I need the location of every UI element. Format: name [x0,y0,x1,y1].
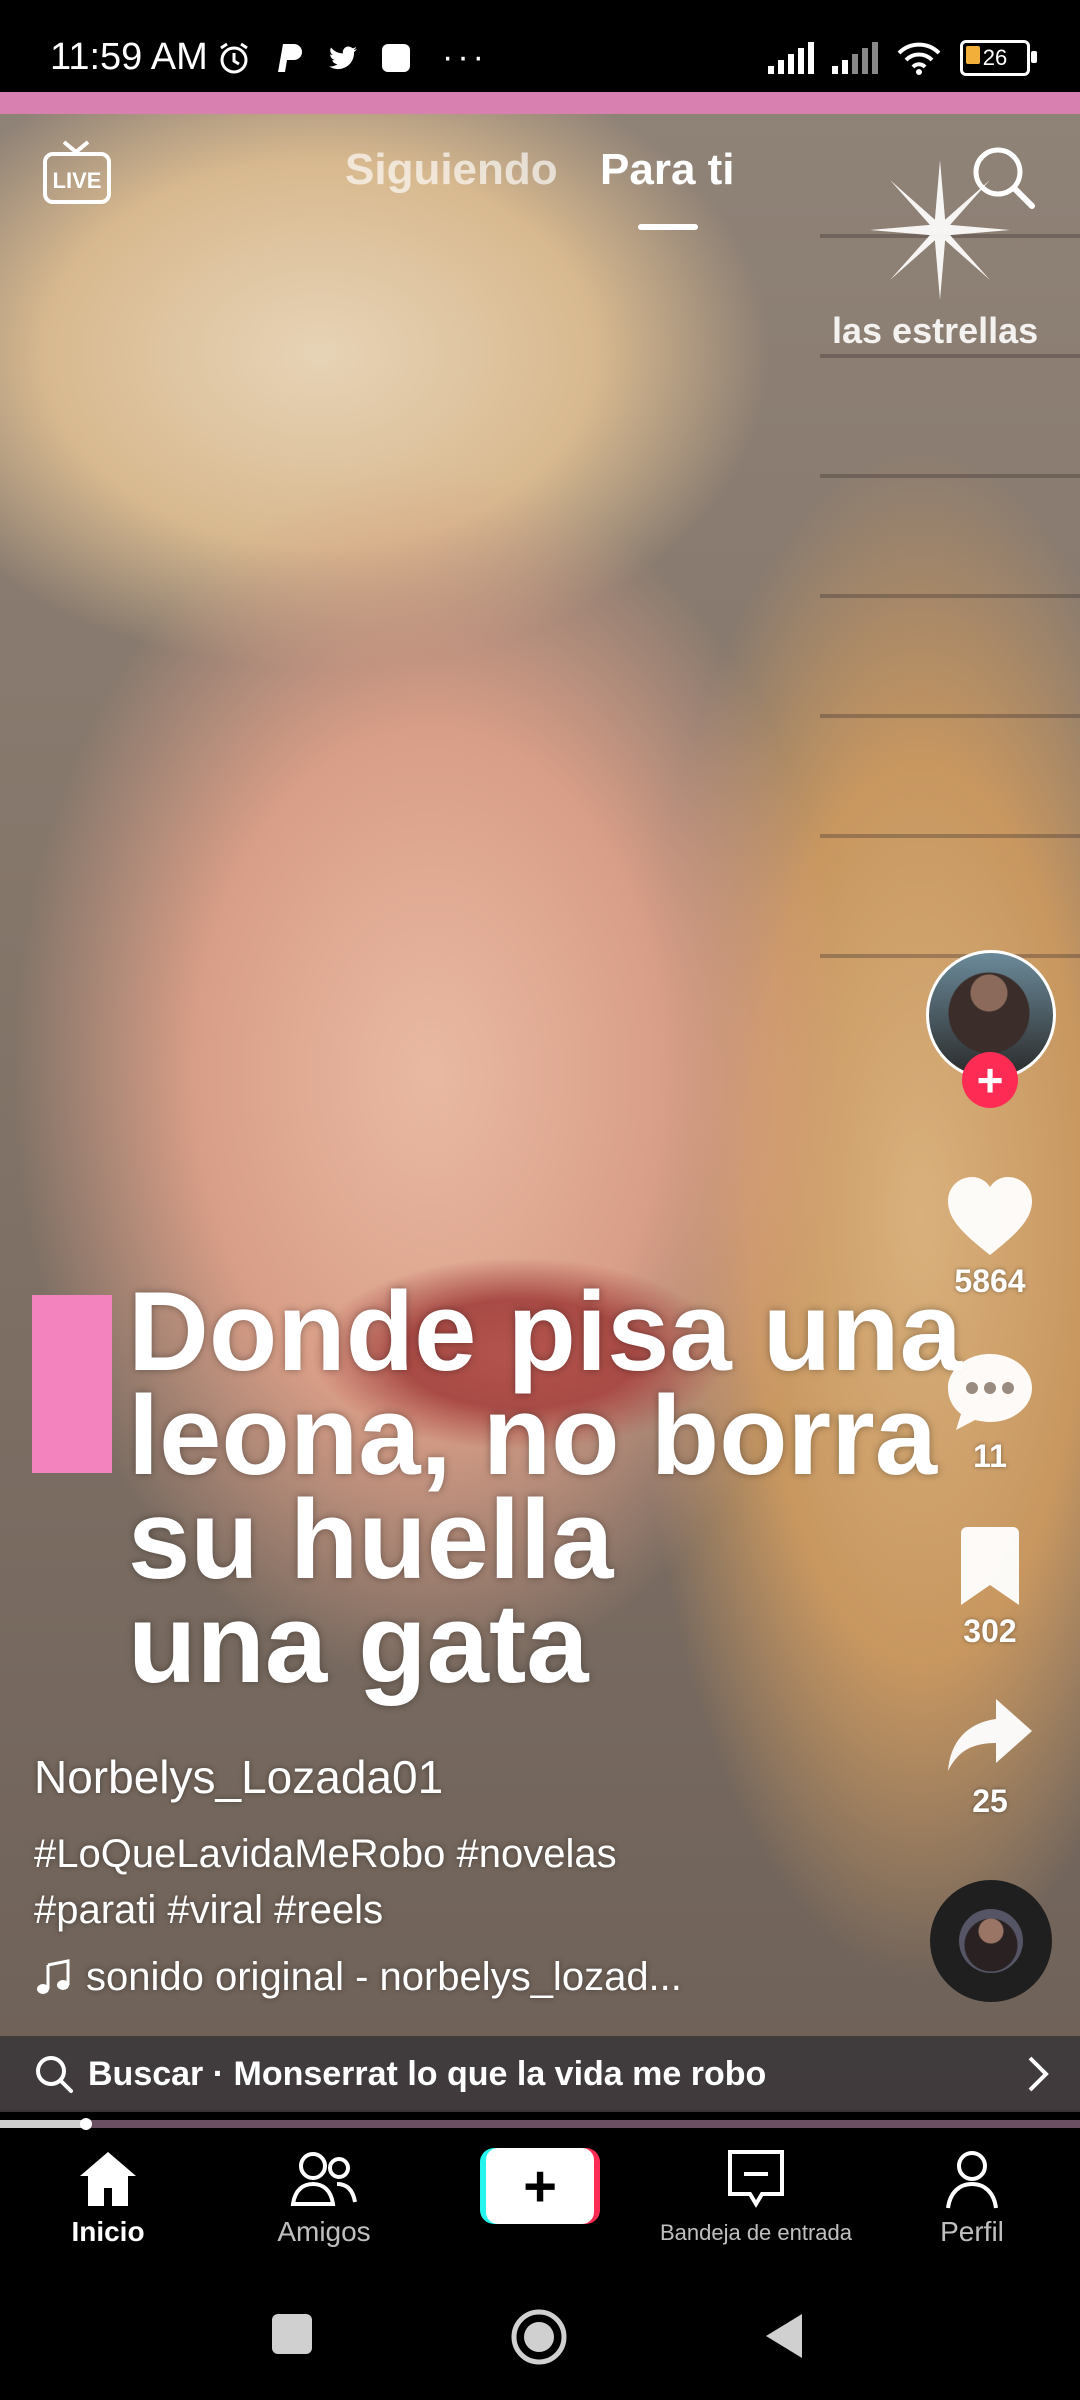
alarm-icon [216,40,252,76]
like-count: 5864 [954,1263,1026,1299]
hashtags-line: #parati #viral #reels [34,1888,384,1932]
status-time: 11:59 AM [50,36,208,78]
caption-line: Donde pisa una [128,1269,962,1394]
wifi-icon [897,42,941,75]
recents-square-icon[interactable] [270,2312,314,2356]
search-suggestion-bar[interactable]: Buscar · Monserrat lo que la vida me rob… [0,2036,1080,2112]
caption-line: su huella [128,1477,614,1602]
watermark-text: las estrellas [832,310,1039,351]
share-arrow-icon [948,1699,1032,1771]
inbox-icon [728,2150,784,2208]
share-count: 25 [972,1783,1008,1819]
active-tab-indicator [638,224,698,230]
paypal-icon [270,40,306,76]
share-button[interactable]: 25 [920,1695,1060,1820]
comment-button[interactable]: 11 [920,1350,1060,1475]
progress-handle[interactable] [80,2118,93,2130]
nav-profile[interactable]: Perfil [872,2148,1072,2248]
nav-profile-label: Perfil [940,2216,1004,2247]
bookmark-icon [961,1527,1019,1605]
top-pink-strip [0,92,1080,114]
hashtags-line: #LoQueLavidaMeRobo #novelas [34,1832,617,1876]
signal-icon [768,42,814,74]
chevron-right-icon [1028,2056,1049,2092]
tab-following[interactable]: Siguiendo [345,145,558,195]
create-button[interactable]: + [480,2148,600,2224]
nav-home[interactable]: Inicio [8,2148,208,2248]
music-disc[interactable] [930,1880,1052,2002]
sound-link[interactable]: sonido original - norbelys_lozad... [34,1955,682,2000]
video-player[interactable] [0,114,1080,2110]
battery-icon: 26 [960,40,1037,76]
system-indicators: 26 [768,40,1037,76]
progress-fill [0,2120,87,2128]
status-bar: 11:59 AM ··· 26 [0,0,1080,92]
nav-inbox[interactable]: Bandeja de entrada [656,2148,856,2246]
tab-for-you[interactable]: Para ti [600,145,735,195]
nav-home-label: Inicio [71,2216,145,2247]
signal-icon-2 [832,42,878,74]
search-suggestion-text: Buscar · Monserrat lo que la vida me rob… [88,2054,767,2093]
nav-friends[interactable]: Amigos [224,2148,424,2248]
friends-icon [290,2152,357,2206]
twitter-icon [324,40,360,76]
app-notification-icon [378,40,414,76]
home-circle-icon[interactable] [510,2308,568,2366]
video-progress-bar[interactable] [0,2118,1080,2130]
comment-icon [948,1354,1032,1430]
nav-friends-label: Amigos [277,2216,371,2247]
system-navigation [0,2272,1080,2400]
bottom-navigation: Inicio Amigos + Bandeja de entrada Perfi… [0,2134,1080,2272]
like-button[interactable]: 5864 [920,1175,1060,1300]
more-notifications-icon: ··· [442,38,488,76]
profile-icon [946,2151,998,2209]
creator-username[interactable]: Norbelys_Lozada01 [34,1750,443,1804]
heart-icon [948,1177,1032,1255]
notification-icons: ··· [216,38,488,77]
music-note-icon [37,1958,70,1994]
bookmark-count: 302 [963,1613,1017,1649]
video-caption: Donde pisa una leona, no borra su huella… [128,1269,1008,1706]
nav-inbox-label: Bandeja de entrada [659,2220,853,2245]
post-hashtags[interactable]: #LoQueLavidaMeRobo #novelas #parati #vir… [34,1826,754,1938]
caption-accent-block [32,1295,112,1473]
caption-line: leona, no borra [128,1373,937,1498]
bookmark-button[interactable]: 302 [920,1525,1060,1650]
music-disc-avatar [959,1909,1023,1973]
create-plus-icon: + [486,2148,594,2224]
follow-button[interactable]: + [962,1052,1018,1108]
battery-level: 26 [982,45,1008,70]
home-icon [80,2152,136,2206]
search-icon [36,2056,73,2093]
caption-line: una gata [128,1581,589,1706]
sound-title: sonido original - norbelys_lozad... [86,1955,682,1999]
back-triangle-icon[interactable] [762,2312,806,2360]
comment-count: 11 [973,1438,1007,1474]
